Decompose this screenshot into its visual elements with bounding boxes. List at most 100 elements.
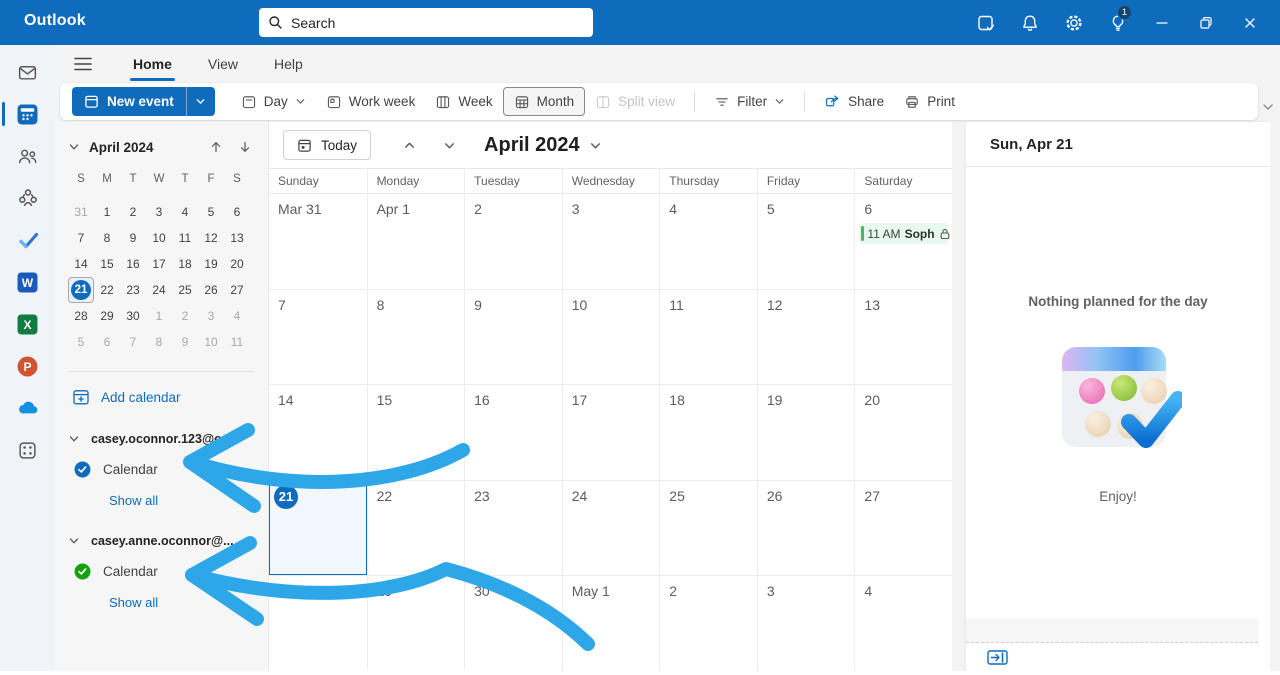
- day-cell[interactable]: 5: [757, 194, 855, 289]
- day-cell[interactable]: 2: [659, 576, 757, 670]
- search-input[interactable]: [291, 15, 584, 31]
- day-cell[interactable]: 14: [269, 385, 367, 479]
- event-pill[interactable]: 11 AMSoph: [859, 223, 948, 244]
- day-cell[interactable]: 28: [269, 576, 367, 670]
- day-cell[interactable]: 23: [464, 481, 562, 575]
- tab-view[interactable]: View: [207, 54, 239, 74]
- day-cell[interactable]: 17: [562, 385, 660, 479]
- rail-item-apps[interactable]: [0, 429, 55, 471]
- mini-day[interactable]: 5: [68, 329, 94, 355]
- day-cell[interactable]: 20: [854, 385, 952, 479]
- day-cell[interactable]: 7: [269, 290, 367, 384]
- mini-day[interactable]: 9: [120, 225, 146, 251]
- rail-item-powerpoint[interactable]: P: [0, 345, 55, 387]
- day-view-button[interactable]: Day: [231, 87, 316, 116]
- work-week-view-button[interactable]: Work week: [316, 87, 426, 116]
- add-calendar-button[interactable]: Add calendar: [72, 388, 268, 406]
- day-cell[interactable]: 29: [367, 576, 465, 670]
- mini-day[interactable]: 8: [94, 225, 120, 251]
- show-all-link[interactable]: Show all: [109, 595, 268, 610]
- rail-item-excel[interactable]: X: [0, 303, 55, 345]
- mini-day[interactable]: 4: [224, 303, 250, 329]
- mini-day[interactable]: 17: [146, 251, 172, 277]
- day-cell[interactable]: 12: [757, 290, 855, 384]
- mini-day[interactable]: 13: [224, 225, 250, 251]
- mini-day[interactable]: 10: [146, 225, 172, 251]
- share-button[interactable]: Share: [814, 87, 894, 116]
- mini-day[interactable]: 1: [94, 199, 120, 225]
- mini-day[interactable]: 18: [172, 251, 198, 277]
- week-view-button[interactable]: Week: [425, 87, 502, 116]
- mini-day[interactable]: 26: [198, 277, 224, 303]
- day-cell[interactable]: 27: [854, 481, 952, 575]
- chevron-down-icon[interactable]: [68, 141, 80, 153]
- mini-day[interactable]: 22: [94, 277, 120, 303]
- day-cell[interactable]: 15: [367, 385, 465, 479]
- day-cell[interactable]: 3: [562, 194, 660, 289]
- rail-item-calendar[interactable]: [0, 93, 55, 135]
- day-cell[interactable]: 9: [464, 290, 562, 384]
- hamburger-menu-button[interactable]: [68, 50, 98, 78]
- tab-home[interactable]: Home: [132, 54, 173, 74]
- day-cell[interactable]: May 1: [562, 576, 660, 670]
- mini-day[interactable]: 29: [94, 303, 120, 329]
- day-cell[interactable]: 13: [854, 290, 952, 384]
- day-cell[interactable]: 11: [659, 290, 757, 384]
- day-cell[interactable]: Apr 1: [367, 194, 465, 289]
- dock-panel-button[interactable]: [987, 650, 1008, 665]
- mini-day[interactable]: 5: [198, 199, 224, 225]
- mini-day[interactable]: 9: [172, 329, 198, 355]
- mini-day[interactable]: 14: [68, 251, 94, 277]
- mini-day[interactable]: 23: [120, 277, 146, 303]
- day-cell[interactable]: 16: [464, 385, 562, 479]
- mini-day[interactable]: 12: [198, 225, 224, 251]
- account-1-header[interactable]: casey.oconnor.123@o...: [68, 432, 268, 446]
- next-month-button[interactable]: [443, 139, 456, 152]
- mini-day[interactable]: 15: [94, 251, 120, 277]
- mini-day[interactable]: 3: [146, 199, 172, 225]
- day-cell[interactable]: Mar 31: [269, 194, 367, 289]
- mini-day[interactable]: 2: [172, 303, 198, 329]
- notifications-button[interactable]: [1008, 0, 1052, 45]
- mini-day[interactable]: 20: [224, 251, 250, 277]
- mini-next-month-button[interactable]: [238, 140, 252, 154]
- mini-day[interactable]: 4: [172, 199, 198, 225]
- day-cell[interactable]: 10: [562, 290, 660, 384]
- day-cell[interactable]: 4: [659, 194, 757, 289]
- day-cell[interactable]: 4: [854, 576, 952, 670]
- close-button[interactable]: [1228, 0, 1272, 45]
- mini-prev-month-button[interactable]: [209, 140, 223, 154]
- rail-item-people[interactable]: [0, 135, 55, 177]
- tips-button[interactable]: 1: [1096, 0, 1140, 45]
- mini-day[interactable]: 7: [120, 329, 146, 355]
- day-cell[interactable]: 26: [757, 481, 855, 575]
- rail-item-mail[interactable]: [0, 51, 55, 93]
- day-cell[interactable]: 25: [659, 481, 757, 575]
- mini-calendar-title[interactable]: April 2024: [89, 140, 154, 155]
- day-cell[interactable]: 19: [757, 385, 855, 479]
- prev-month-button[interactable]: [403, 139, 416, 152]
- account-2-header[interactable]: casey.anne.oconnor@...: [68, 534, 268, 548]
- search-box[interactable]: [259, 8, 593, 37]
- day-cell[interactable]: 21: [269, 481, 367, 575]
- day-cell[interactable]: 611 AMSoph: [854, 194, 952, 289]
- mini-day[interactable]: 6: [94, 329, 120, 355]
- today-button[interactable]: Today: [283, 130, 371, 160]
- filter-button[interactable]: Filter: [704, 87, 795, 116]
- account-2-calendar-item[interactable]: Calendar: [74, 563, 268, 580]
- day-cell[interactable]: 24: [562, 481, 660, 575]
- collapse-ribbon-button[interactable]: [1260, 99, 1276, 115]
- split-view-button[interactable]: Split view: [585, 87, 685, 116]
- mini-day[interactable]: 19: [198, 251, 224, 277]
- day-cell[interactable]: 30: [464, 576, 562, 670]
- day-cell[interactable]: 22: [367, 481, 465, 575]
- mini-day[interactable]: 6: [224, 199, 250, 225]
- mini-day[interactable]: 21: [68, 277, 94, 303]
- month-title[interactable]: April 2024: [484, 134, 602, 157]
- mini-day[interactable]: 24: [146, 277, 172, 303]
- restore-button[interactable]: [1184, 0, 1228, 45]
- mini-day[interactable]: 30: [120, 303, 146, 329]
- mini-day[interactable]: 10: [198, 329, 224, 355]
- mini-day[interactable]: 1: [146, 303, 172, 329]
- account-1-calendar-item[interactable]: Calendar: [74, 461, 268, 478]
